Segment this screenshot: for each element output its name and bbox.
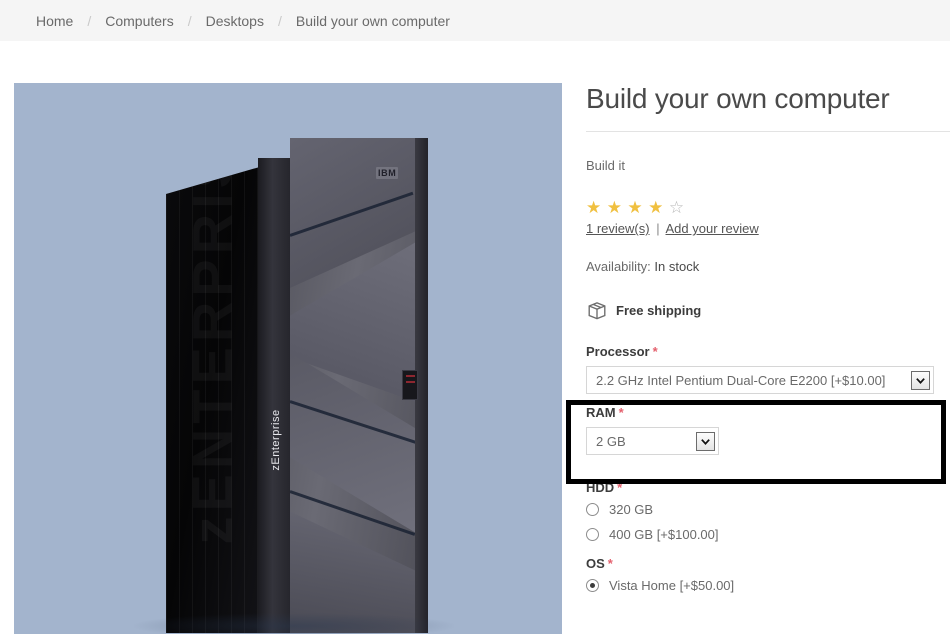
required-marker: * (607, 556, 613, 572)
tower-status-panel (402, 370, 418, 400)
breadcrumb-item-computers[interactable]: Computers (105, 13, 173, 29)
chevron-down-icon[interactable] (696, 431, 715, 451)
breadcrumb: Home / Computers / Desktops / Build your… (0, 0, 950, 41)
tower-left-panel: zENTERPRISE (166, 166, 263, 633)
tower-front-face: IBM (290, 138, 428, 633)
attribute-processor: Processor * 2.2 GHz Intel Pentium Dual-Co… (586, 344, 950, 395)
package-box-icon (586, 299, 608, 321)
review-link-separator: | (656, 221, 660, 237)
availability-label: Availability: (586, 259, 651, 275)
product-details: Build your own computer Build it ★ ★ ★ ★… (586, 83, 950, 603)
chevron-down-icon[interactable] (911, 370, 930, 390)
ram-select-value: 2 GB (596, 433, 626, 449)
processor-select-value: 2.2 GHz Intel Pentium Dual-Core E2200 [+… (596, 372, 886, 388)
tower-model-label: zEnterprise (270, 409, 282, 471)
free-shipping-row: Free shipping (586, 299, 950, 321)
short-description: Build it (586, 158, 626, 174)
availability-row: Availability: In stock (586, 259, 950, 274)
attribute-label-text: OS (586, 556, 605, 572)
os-option-label: Vista Home [+$50.00] (609, 578, 735, 594)
hdd-option-320gb[interactable]: 320 GB (586, 502, 950, 517)
processor-select[interactable]: 2.2 GHz Intel Pentium Dual-Core E2200 [+… (586, 366, 934, 395)
attribute-label-text: HDD (586, 480, 615, 496)
page-title: Build your own computer (586, 83, 890, 114)
required-marker: * (617, 480, 623, 496)
breadcrumb-separator: / (87, 12, 92, 29)
breadcrumb-item-current: Build your own computer (295, 12, 450, 29)
tower-watermark-text: zENTERPRISE (180, 166, 245, 545)
star-icon-filled: ★ (627, 198, 643, 218)
review-links: 1 review(s) | Add your review (586, 221, 950, 236)
breadcrumb-item-home[interactable]: Home (36, 13, 73, 29)
attribute-label-text: RAM (586, 405, 616, 421)
required-marker: * (652, 344, 658, 360)
attribute-label-text: Processor (586, 344, 650, 360)
hdd-option-400gb[interactable]: 400 GB [+$100.00] (586, 527, 950, 542)
breadcrumb-separator: / (187, 12, 192, 29)
attribute-label-ram: RAM * (586, 405, 950, 420)
hdd-option-label: 400 GB [+$100.00] (609, 527, 719, 543)
add-review-link[interactable]: Add your review (666, 221, 759, 236)
attribute-label-processor: Processor * (586, 344, 950, 359)
availability-value: In stock (654, 259, 700, 275)
os-option-vista-home[interactable]: Vista Home [+$50.00] (586, 578, 950, 593)
product-page: zENTERPRISE zEnterprise IBM Build your o… (0, 41, 950, 641)
required-marker: * (618, 405, 624, 421)
attribute-hdd: HDD * 320 GB 400 GB [+$100.00] (586, 480, 950, 542)
radio-icon[interactable] (586, 528, 599, 542)
free-shipping-label: Free shipping (616, 302, 702, 318)
reviews-count-link[interactable]: 1 review(s) (586, 221, 650, 236)
title-divider (586, 131, 950, 133)
star-icon-filled: ★ (586, 198, 602, 218)
tower-shadow (134, 613, 454, 634)
breadcrumb-separator: / (277, 12, 282, 29)
attribute-ram: RAM * 2 GB (586, 405, 950, 466)
radio-icon-selected[interactable] (586, 579, 599, 593)
radio-icon[interactable] (586, 503, 599, 517)
star-icon-empty: ☆ (668, 198, 685, 218)
tower-mid-panel: zEnterprise (258, 158, 294, 633)
breadcrumb-item-desktops[interactable]: Desktops (206, 13, 264, 29)
hdd-option-label: 320 GB (609, 502, 654, 518)
star-icon-filled: ★ (606, 198, 622, 218)
ram-select[interactable]: 2 GB (586, 427, 719, 456)
attribute-label-hdd: HDD * (586, 480, 950, 495)
product-image-tower: zENTERPRISE zEnterprise IBM (166, 138, 428, 633)
product-image[interactable]: zENTERPRISE zEnterprise IBM (14, 83, 562, 634)
rating-stars: ★ ★ ★ ★ ☆ (586, 199, 950, 216)
ibm-logo: IBM (376, 167, 399, 179)
star-icon-filled: ★ (648, 198, 664, 218)
attribute-label-os: OS * (586, 556, 950, 571)
attribute-os: OS * Vista Home [+$50.00] (586, 556, 950, 593)
